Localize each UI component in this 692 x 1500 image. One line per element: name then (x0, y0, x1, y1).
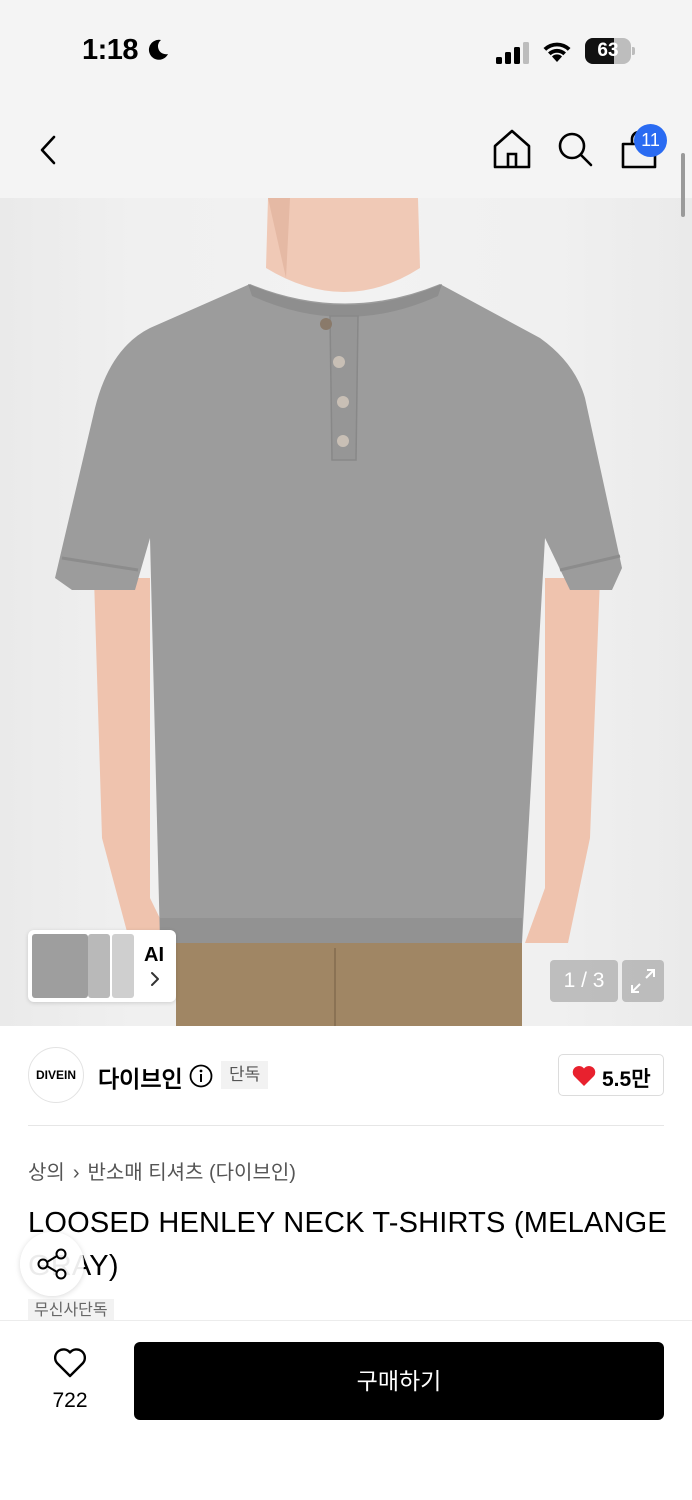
expand-icon (631, 969, 655, 993)
product-image[interactable] (0, 198, 692, 1026)
chevron-right-icon[interactable] (148, 970, 162, 988)
wifi-icon (543, 42, 571, 62)
musinsa-exclusive-tag: 무신사단독 (28, 1299, 114, 1321)
brand-like-count: 5.5만 (602, 1068, 651, 1091)
brand-like-button[interactable]: 5.5만 (558, 1054, 664, 1096)
do-not-disturb-moon-icon (148, 39, 168, 60)
status-time: 1:18 (82, 34, 139, 66)
search-icon[interactable] (556, 130, 594, 168)
product-photo-shirt (55, 198, 622, 1026)
scroll-indicator[interactable] (681, 153, 685, 217)
cart-count-badge: 11 (634, 124, 667, 157)
share-button[interactable] (20, 1232, 84, 1296)
heart-filled-icon (572, 1066, 596, 1086)
wishlist-count: 722 (52, 1389, 88, 1412)
info-icon[interactable] (189, 1064, 213, 1088)
exclusive-tag: 단독 (221, 1061, 269, 1089)
brand-name[interactable]: 다이브인 (98, 1060, 183, 1094)
divider (28, 1125, 664, 1126)
breadcrumb-category[interactable]: 상의 (28, 1162, 65, 1184)
share-icon (37, 1248, 67, 1280)
breadcrumb-subcategory[interactable]: 반소매 티셔츠 (다이브인) (87, 1162, 295, 1184)
battery-percent: 63 (597, 40, 619, 61)
back-icon[interactable] (34, 134, 64, 166)
brand-logo[interactable]: DIVEIN (28, 1047, 84, 1103)
chevron-right-icon: › (72, 1162, 80, 1184)
heart-outline-icon (53, 1348, 87, 1378)
battery-icon: 63 (585, 38, 635, 64)
image-page-counter: 1 / 3 (550, 960, 618, 1002)
thumbnail-image-3 (112, 934, 134, 998)
wishlist-button[interactable]: 722 (40, 1345, 100, 1415)
navigation-bar (0, 100, 692, 198)
cellular-signal-icon (496, 42, 529, 64)
bottom-action-bar: 722 구매하기 (0, 1320, 692, 1500)
expand-image-button[interactable] (622, 960, 664, 1002)
ai-label[interactable]: AI (144, 944, 164, 967)
buy-button[interactable]: 구매하기 (134, 1342, 664, 1420)
thumbnail-image-1 (32, 934, 88, 998)
status-bar: 1:18 63 (0, 0, 692, 100)
breadcrumb: 상의 › 반소매 티셔츠 (다이브인) (28, 1156, 296, 1185)
thumbnail-image-2 (88, 934, 110, 998)
product-title: LOOSED HENLEY NECK T-SHIRTS (MELANGE GRA… (28, 1207, 667, 1282)
home-icon[interactable] (492, 128, 532, 170)
